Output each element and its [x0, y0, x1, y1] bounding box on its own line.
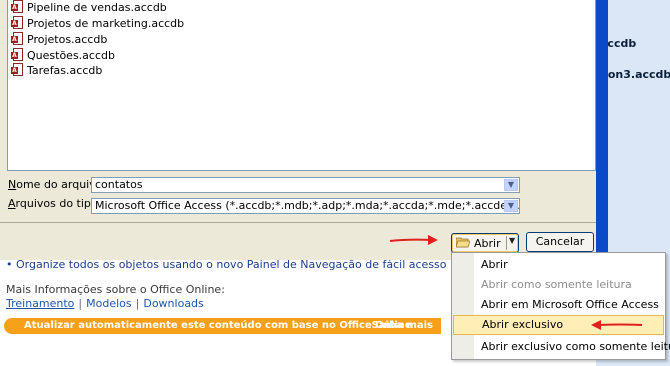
- link-training[interactable]: Treinamento: [6, 297, 74, 310]
- file-name: Pipeline de vendas.accdb: [27, 0, 167, 14]
- learn-more-link[interactable]: Saiba mais: [372, 320, 433, 331]
- menu-item-open[interactable]: Abrir: [453, 255, 664, 275]
- menu-item-open-in-access[interactable]: Abrir em Microsoft Office Access: [453, 295, 664, 315]
- file-item[interactable]: A Tarefas.accdb: [11, 62, 102, 78]
- open-folder-icon: [456, 237, 470, 248]
- filename-value[interactable]: contatos: [95, 178, 143, 191]
- open-options-menu: Abrir Abrir como somente leitura Abrir e…: [451, 252, 670, 360]
- dialog-separator: [0, 222, 596, 223]
- file-name: Projetos.accdb: [27, 32, 108, 46]
- annotation-arrow-icon: [389, 235, 438, 245]
- link-downloads[interactable]: Downloads: [143, 297, 203, 310]
- chevron-down-icon[interactable]: ▼: [504, 200, 518, 212]
- access-file-icon: A: [11, 48, 24, 62]
- filetype-select[interactable]: Microsoft Office Access (*.accdb;*.mdb;*…: [91, 198, 520, 214]
- access-file-icon: A: [11, 63, 24, 77]
- dialog-frame-edge: [596, 0, 608, 260]
- link-templates[interactable]: Modelos: [86, 297, 132, 310]
- filetype-value: Microsoft Office Access (*.accdb;*.mdb;*…: [95, 199, 520, 212]
- file-item[interactable]: A Projetos de marketing.accdb: [11, 15, 184, 31]
- file-name: Projetos de marketing.accdb: [27, 16, 185, 30]
- file-name: Questões.accdb: [27, 48, 115, 62]
- menu-item-open-readonly[interactable]: Abrir como somente leitura: [453, 275, 664, 295]
- update-banner: Atualizar automaticamente este conteúdo …: [4, 318, 441, 334]
- annotation-arrow-icon: [591, 320, 643, 330]
- file-list[interactable]: A Pipeline de vendas.accdb A Projetos de…: [7, 0, 596, 171]
- open-file-dialog: A Pipeline de vendas.accdb A Projetos de…: [0, 0, 608, 260]
- open-button-label: Abrir: [474, 237, 501, 250]
- file-item[interactable]: A Questões.accdb: [11, 47, 115, 63]
- office-online-links: Treinamento | Modelos | Downloads: [6, 297, 204, 310]
- update-banner-text: Atualizar automaticamente este conteúdo …: [24, 320, 412, 331]
- chevron-down-icon[interactable]: ▼: [504, 179, 518, 191]
- file-name: Tarefas.accdb: [27, 63, 103, 77]
- access-file-icon: A: [11, 16, 24, 30]
- file-item[interactable]: A Pipeline de vendas.accdb: [11, 0, 167, 15]
- recent-file-2[interactable]: bon3.accdb: [600, 68, 670, 81]
- access-file-icon: A: [11, 0, 24, 14]
- filetype-label: Arquivos do tipo:: [8, 197, 102, 210]
- split-divider: [506, 236, 507, 250]
- menu-item-open-exclusive-readonly[interactable]: Abrir exclusivo como somente leitura: [453, 337, 670, 357]
- filename-combobox[interactable]: contatos ▼: [91, 177, 520, 193]
- cancel-button[interactable]: Cancelar: [526, 232, 594, 252]
- more-info-label: Mais Informações sobre o Office Online:: [6, 283, 225, 296]
- access-file-icon: A: [11, 32, 24, 46]
- open-split-button[interactable]: Abrir ▼: [451, 233, 519, 253]
- file-item[interactable]: A Projetos.accdb: [11, 31, 107, 47]
- dropdown-arrow-icon[interactable]: ▼: [509, 236, 515, 245]
